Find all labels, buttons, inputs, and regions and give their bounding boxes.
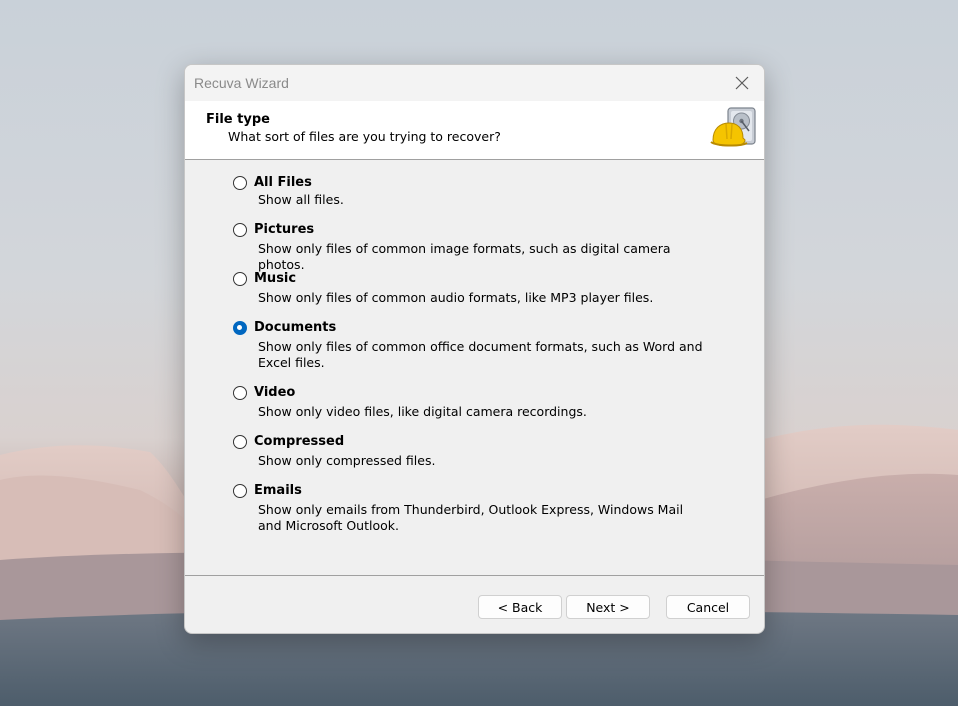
next-button[interactable]: Next > [566, 595, 650, 619]
option-description: Show only files of common office documen… [258, 339, 703, 370]
option-label: Music [254, 271, 297, 286]
radio-pictures[interactable] [233, 223, 247, 237]
option-description: Show only compressed files. [258, 453, 436, 468]
header-subtitle: What sort of files are you trying to rec… [228, 129, 501, 144]
close-button[interactable] [720, 65, 764, 101]
header-title: File type [206, 112, 270, 127]
radio-music[interactable] [233, 272, 247, 286]
option-label: Emails [254, 483, 302, 498]
option-description: Show only video files, like digital came… [258, 404, 587, 419]
option-label: Video [254, 385, 296, 400]
wizard-header: File type What sort of files are you try… [185, 101, 764, 160]
back-button[interactable]: < Back [478, 595, 562, 619]
radio-documents[interactable] [233, 321, 247, 335]
window-title: Recuva Wizard [194, 75, 289, 91]
radio-compressed[interactable] [233, 435, 247, 449]
option-description: Show only files of common audio formats,… [258, 290, 654, 305]
recuva-wizard-dialog: Recuva Wizard File type What sort of fil… [184, 64, 765, 634]
option-description: Show all files. [258, 192, 344, 207]
option-description: Show only emails from Thunderbird, Outlo… [258, 502, 684, 533]
option-label: Compressed [254, 434, 345, 449]
option-description: Show only files of common image formats,… [258, 241, 671, 272]
footer-divider [185, 575, 764, 576]
cancel-button[interactable]: Cancel [666, 595, 750, 619]
recuva-hdd-hardhat-icon [710, 107, 756, 147]
option-label: Documents [254, 320, 337, 335]
title-bar: Recuva Wizard [185, 65, 764, 101]
radio-all-files[interactable] [233, 176, 247, 190]
close-icon [735, 76, 749, 90]
option-label: All Files [254, 175, 312, 190]
radio-video[interactable] [233, 386, 247, 400]
radio-emails[interactable] [233, 484, 247, 498]
option-label: Pictures [254, 222, 315, 237]
